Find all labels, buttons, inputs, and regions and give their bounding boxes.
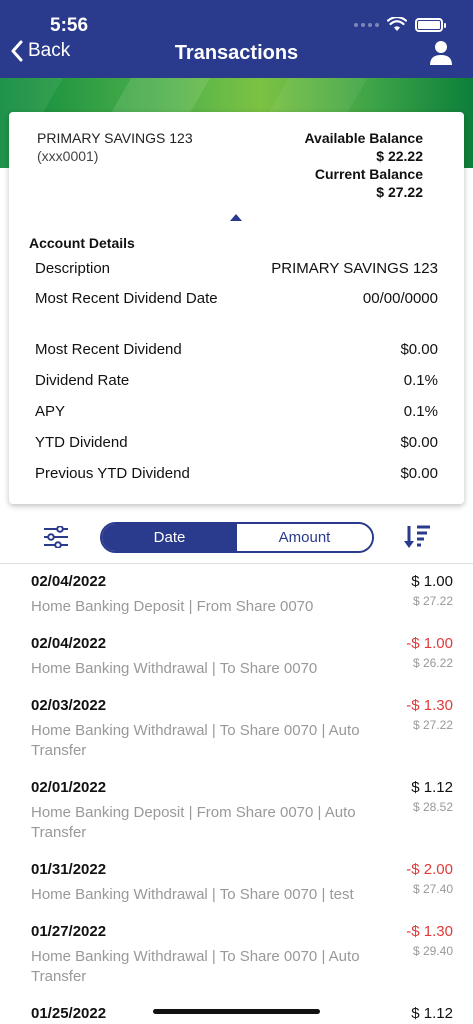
- detail-row: YTD Dividend $0.00: [35, 433, 438, 453]
- transaction-balance: $ 27.22: [412, 718, 453, 732]
- transaction-balance: $ 26.22: [412, 656, 453, 670]
- transaction-date: 02/01/2022: [31, 779, 107, 796]
- wifi-icon: [387, 17, 407, 31]
- sort-segmented-control: Date Amount: [100, 522, 374, 553]
- detail-label: Most Recent Dividend Date: [35, 290, 218, 307]
- detail-label: Previous YTD Dividend: [35, 465, 190, 482]
- available-balance-label: Available Balance: [304, 130, 423, 146]
- transaction-description: Home Banking Withdrawal | To Share 0070 …: [31, 948, 360, 985]
- detail-value: PRIMARY SAVINGS 123: [271, 260, 438, 277]
- detail-label: Most Recent Dividend: [35, 341, 182, 358]
- transaction-amount: -$ 1.00: [406, 635, 453, 652]
- transaction-description: Home Banking Deposit | From Share 0070 |…: [31, 804, 356, 841]
- home-indicator[interactable]: [153, 1009, 320, 1014]
- transaction-date: 02/04/2022: [31, 573, 107, 590]
- detail-value: 00/00/0000: [362, 290, 438, 307]
- detail-row: Most Recent Dividend Date 00/00/0000: [35, 289, 438, 309]
- account-number: (xxx0001): [37, 148, 99, 164]
- sort-order-button[interactable]: [404, 523, 432, 556]
- transaction-balance: $ 29.40: [412, 944, 453, 958]
- current-balance-label: Current Balance: [314, 166, 423, 182]
- collapse-caret-icon[interactable]: [230, 214, 242, 221]
- sort-descending-icon: [404, 525, 430, 548]
- transaction-amount: $ 1.12: [411, 1005, 453, 1022]
- transaction-amount: $ 1.12: [411, 779, 453, 796]
- transaction-date: 01/31/2022: [31, 861, 107, 878]
- app-header: 5:56 Back Transactions: [0, 0, 473, 78]
- available-balance-value: $ 22.22: [376, 148, 423, 164]
- filter-button[interactable]: [44, 525, 68, 553]
- battery-icon: [415, 17, 446, 32]
- detail-value: 0.1%: [403, 372, 438, 389]
- transaction-description: Home Banking Withdrawal | To Share 0070 …: [31, 886, 354, 903]
- detail-row: Most Recent Dividend $0.00: [35, 340, 438, 360]
- detail-label: Description: [35, 260, 111, 277]
- transaction-amount: $ 1.00: [411, 573, 453, 590]
- transaction-date: 01/27/2022: [31, 923, 107, 940]
- transaction-amount: -$ 1.30: [406, 697, 453, 714]
- account-name: PRIMARY SAVINGS 123: [37, 130, 193, 146]
- current-balance-value: $ 27.22: [376, 184, 423, 200]
- transaction-date: 02/03/2022: [31, 697, 107, 714]
- account-card: PRIMARY SAVINGS 123 (xxx0001) Available …: [9, 112, 464, 504]
- detail-row: Description PRIMARY SAVINGS 123: [35, 259, 438, 279]
- detail-label: APY: [35, 403, 66, 420]
- transaction-amount: -$ 1.30: [406, 923, 453, 940]
- transaction-description: Home Banking Deposit | From Share 0070: [31, 598, 314, 615]
- sort-date-tab[interactable]: Date: [102, 524, 237, 551]
- account-details-title: Account Details: [29, 235, 135, 251]
- transaction-description: Home Banking Withdrawal | To Share 0070: [31, 660, 318, 677]
- status-icons: [354, 17, 446, 32]
- transaction-description: Home Banking Withdrawal | To Share 0070 …: [31, 722, 360, 759]
- sliders-icon: [44, 525, 68, 549]
- transaction-balance: $ 28.52: [412, 800, 453, 814]
- detail-label: YTD Dividend: [35, 434, 128, 451]
- status-time: 5:56: [50, 15, 89, 36]
- detail-row: APY 0.1%: [35, 402, 438, 422]
- detail-row: Previous YTD Dividend $0.00: [35, 464, 438, 484]
- detail-value: $0.00: [400, 341, 438, 358]
- signal-icon: [354, 22, 379, 27]
- transaction-balance: $ 27.40: [412, 882, 453, 896]
- transaction-date: 02/04/2022: [31, 635, 107, 652]
- detail-value: 0.1%: [403, 403, 438, 420]
- detail-value: $0.00: [400, 434, 438, 451]
- user-icon: [430, 41, 452, 65]
- sort-amount-tab[interactable]: Amount: [237, 524, 372, 551]
- page-title: Transactions: [174, 42, 299, 64]
- transaction-date: 01/25/2022: [31, 1005, 107, 1022]
- list-divider: [0, 563, 473, 564]
- transaction-amount: -$ 2.00: [406, 861, 453, 878]
- transaction-balance: $ 27.22: [412, 594, 453, 608]
- detail-value: $0.00: [400, 465, 438, 482]
- detail-row: Dividend Rate 0.1%: [35, 371, 438, 391]
- detail-label: Dividend Rate: [35, 372, 130, 389]
- profile-button[interactable]: [429, 40, 453, 71]
